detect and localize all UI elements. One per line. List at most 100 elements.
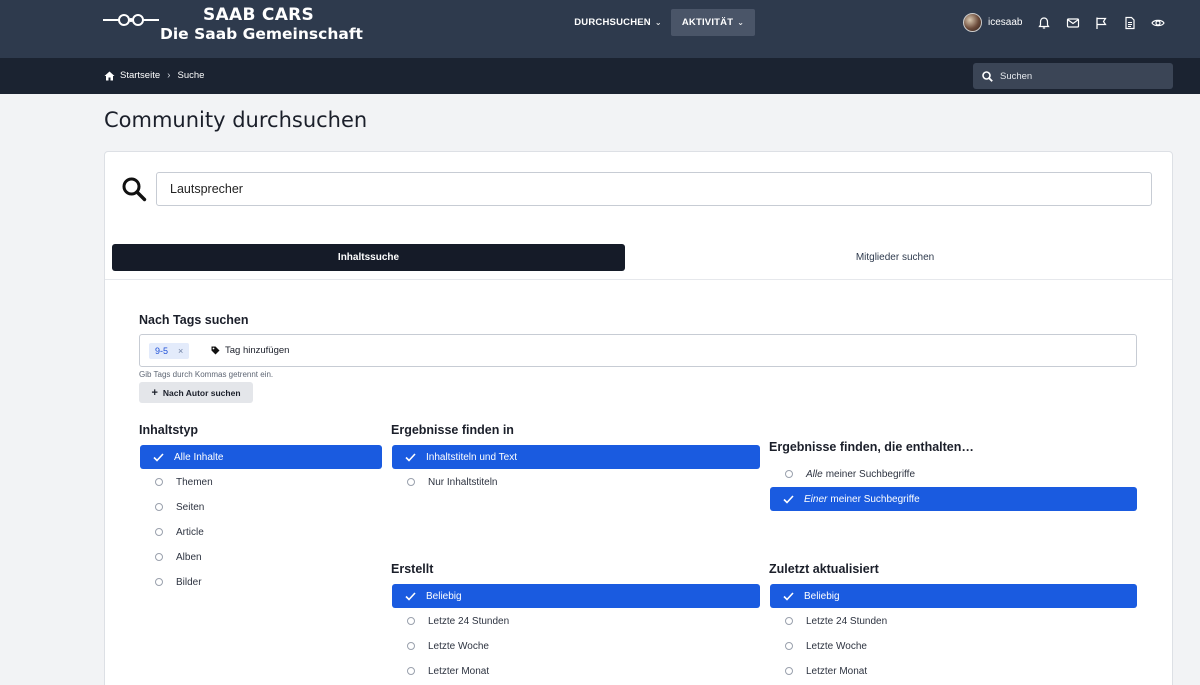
nav-durchsuchen-label: DURCHSUCHEN [574, 17, 651, 28]
saab-logo-icon [103, 14, 159, 26]
find-in-title: Ergebnisse finden in [391, 423, 514, 437]
option-label: Alle Inhalte [174, 451, 224, 463]
radio-icon [407, 642, 415, 650]
option-label: Letzter Monat [806, 665, 868, 677]
search-by-author-label: Nach Autor suchen [162, 387, 241, 398]
tab-mitglieder-suchen[interactable]: Mitglieder suchen [636, 244, 1154, 271]
site-header: SAAB CARS Die Saab Gemeinschaft DURCHSUC… [0, 0, 1200, 58]
radio-icon [785, 617, 793, 625]
content-type-option[interactable]: Seiten [140, 495, 382, 519]
chevron-right-icon: › [167, 70, 171, 81]
option-label: Letzte Woche [806, 640, 867, 652]
nav-durchsuchen[interactable]: DURCHSUCHEN ⌄ [572, 9, 664, 36]
search-icon [982, 70, 993, 82]
option-label: Nur Inhaltstiteln [428, 476, 498, 488]
updated-option[interactable]: Beliebig [770, 584, 1137, 608]
top-search[interactable] [973, 63, 1173, 89]
contains-option[interactable]: Einer meiner Suchbegriffe [770, 487, 1137, 511]
option-label: Letzte Woche [428, 640, 489, 652]
mail-icon[interactable] [1066, 16, 1080, 30]
content-type-option[interactable]: Bilder [140, 570, 382, 594]
created-option[interactable]: Letzte Woche [392, 634, 760, 658]
option-label: Letzte 24 Stunden [806, 615, 888, 627]
content-type-option[interactable]: Alben [140, 545, 382, 569]
created-option[interactable]: Letzter Monat [392, 659, 760, 683]
close-icon[interactable]: × [178, 346, 183, 356]
radio-icon [785, 667, 793, 675]
option-label: Seiten [176, 501, 205, 513]
tags-hint: Gib Tags durch Kommas getrennt ein. [139, 370, 274, 379]
radio-icon [785, 470, 793, 478]
breadcrumb: Startseite › Suche [104, 70, 204, 81]
option-label: Alben [176, 551, 202, 563]
brand-subtitle: Die Saab Gemeinschaft [160, 25, 363, 43]
chevron-down-icon: ⌄ [654, 18, 662, 27]
check-icon [405, 452, 416, 462]
tag-chip-label: 9-5 [155, 346, 169, 356]
home-icon [104, 71, 115, 80]
add-tag[interactable]: Tag hinzufügen [211, 345, 289, 356]
radio-icon [407, 667, 415, 675]
option-label: Beliebig [426, 590, 462, 602]
option-emphasis: Alle [806, 468, 823, 480]
content-type-option[interactable]: Alle Inhalte [140, 445, 382, 469]
main-search-input[interactable] [156, 172, 1152, 206]
search-by-author-button[interactable]: + Nach Autor suchen [139, 382, 253, 403]
option-emphasis: Einer [804, 493, 828, 505]
check-icon [783, 494, 794, 504]
content-type-title: Inhaltstyp [139, 423, 199, 437]
radio-icon [155, 553, 163, 561]
created-option[interactable]: Letzte 24 Stunden [392, 609, 760, 633]
nav-aktivitaet-label: AKTIVITÄT [681, 17, 734, 28]
chevron-down-icon: ⌄ [737, 18, 745, 27]
user-menu[interactable]: icesaab [963, 13, 1022, 32]
radio-icon [155, 528, 163, 536]
contains-option[interactable]: Alle meiner Suchbegriffe [770, 462, 1137, 486]
username: icesaab [988, 17, 1023, 28]
option-label: Article [176, 526, 204, 538]
top-search-input[interactable] [1000, 70, 1160, 82]
option-label: Inhaltstiteln und Text [426, 451, 517, 463]
document-icon[interactable] [1123, 16, 1137, 30]
check-icon [783, 591, 794, 601]
radio-icon [155, 578, 163, 586]
updated-option[interactable]: Letzte 24 Stunden [770, 609, 1137, 633]
find-in-option[interactable]: Nur Inhaltstiteln [392, 470, 760, 494]
avatar [963, 13, 982, 32]
bell-icon[interactable] [1037, 16, 1051, 30]
content-type-option[interactable]: Article [140, 520, 382, 544]
breadcrumb-current: Suche [177, 70, 205, 81]
option-label: meiner Suchbegriffe [825, 468, 915, 480]
created-title: Erstellt [391, 562, 434, 576]
find-in-option[interactable]: Inhaltstiteln und Text [392, 445, 760, 469]
option-label: meiner Suchbegriffe [830, 493, 920, 505]
option-label: Letzte 24 Stunden [428, 615, 510, 627]
radio-icon [155, 478, 163, 486]
option-label: Letzter Monat [428, 665, 490, 677]
updated-option[interactable]: Letzte Woche [770, 634, 1137, 658]
created-option[interactable]: Beliebig [392, 584, 760, 608]
tags-input[interactable]: 9-5 × Tag hinzufügen [139, 334, 1137, 367]
radio-icon [407, 617, 415, 625]
option-label: Themen [176, 476, 213, 488]
tag-chip[interactable]: 9-5 × [149, 343, 190, 359]
content-type-option[interactable]: Themen [140, 470, 382, 494]
tag-icon [211, 346, 220, 355]
option-label: Beliebig [804, 590, 840, 602]
updated-option[interactable]: Letzter Monat [770, 659, 1137, 683]
brand-title: SAAB CARS [203, 5, 315, 25]
search-icon [122, 177, 147, 202]
add-tag-label: Tag hinzufügen [225, 345, 290, 356]
eye-icon[interactable] [1151, 16, 1165, 30]
brand-logo[interactable]: SAAB CARS Die Saab Gemeinschaft [102, 4, 363, 50]
breadcrumb-home[interactable]: Startseite [120, 70, 160, 81]
breadcrumb-bar: Startseite › Suche [0, 58, 1200, 94]
tab-inhaltssuche[interactable]: Inhaltssuche [112, 244, 625, 271]
option-label: Bilder [176, 576, 202, 588]
radio-icon [155, 503, 163, 511]
nav-aktivitaet[interactable]: AKTIVITÄT ⌄ [671, 9, 755, 36]
tags-label: Nach Tags suchen [139, 313, 249, 327]
radio-icon [407, 478, 415, 486]
check-icon [153, 452, 164, 462]
flag-icon[interactable] [1094, 16, 1108, 30]
